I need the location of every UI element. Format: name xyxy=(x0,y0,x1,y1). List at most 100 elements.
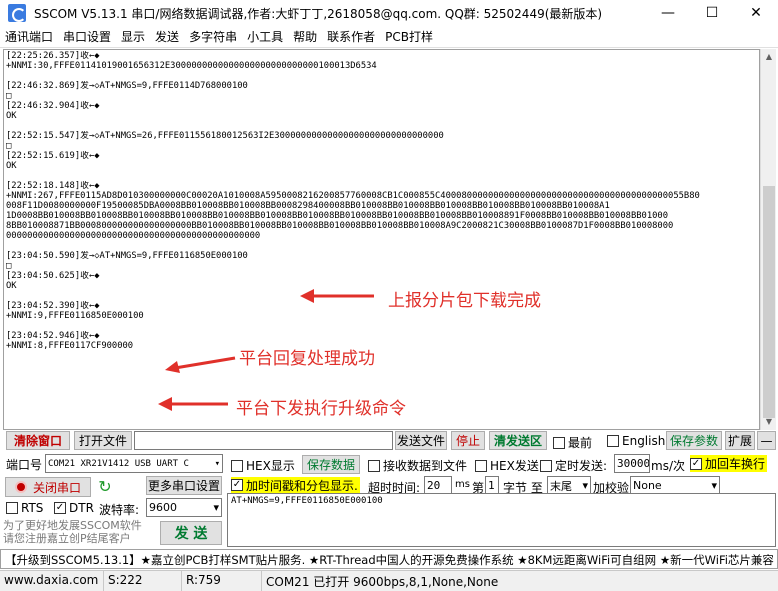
log-line: 1D0008BB010008BB010008BB010008BB010008BB… xyxy=(6,211,669,221)
log-line: □ xyxy=(6,261,12,271)
menu-bar: 通讯端口 串口设置 显示 发送 多字符串 小工具 帮助 联系作者 PCB打样 xyxy=(0,26,778,48)
scroll-thumb[interactable] xyxy=(763,186,775,418)
timeout-unit: ms xyxy=(455,479,470,490)
timestamp-option[interactable]: ✓ 加时间戳和分包显示. xyxy=(231,477,360,493)
clear-send-button[interactable]: 清发送区 xyxy=(489,431,547,450)
save-data-button[interactable]: 保存数据 xyxy=(302,455,360,474)
log-line: 8BB010008871BB000800000000000000000BB010… xyxy=(6,221,674,231)
timed-send-option[interactable]: 定时发送: xyxy=(540,457,607,474)
send-button[interactable]: 发 送 xyxy=(160,521,222,545)
hex-send-option[interactable]: HEX发送 xyxy=(475,457,539,474)
log-line: OK xyxy=(6,111,17,121)
log-line: 0000000000000000000000000000000000000000… xyxy=(6,231,261,241)
log-line: [22:46:32.869]发→◇AT+NMGS=9,FFFE0114D7680… xyxy=(6,81,248,91)
status-bar: www.daxia.com S:222 R:759 COM21 已打开 9600… xyxy=(0,570,778,591)
baud-select[interactable]: 9600 ▾ xyxy=(146,498,222,517)
add-crlf-checkbox[interactable]: ✓ xyxy=(690,457,702,470)
interval-unit: ms/次 xyxy=(651,459,685,473)
menu-tools[interactable]: 小工具 xyxy=(242,28,288,45)
log-line: [22:25:26.357]收←◆ xyxy=(6,51,100,61)
log-line: [22:52:15.547]发→◇AT+NMGS=26,FFFE01155618… xyxy=(6,131,444,141)
send-file-button[interactable]: 发送文件 xyxy=(395,431,447,450)
english-option[interactable]: English xyxy=(607,434,665,448)
menu-multi-string[interactable]: 多字符串 xyxy=(184,28,242,45)
menu-comm-port[interactable]: 通讯端口 xyxy=(0,28,58,45)
menu-pcb[interactable]: PCB打样 xyxy=(380,28,438,45)
baud-label: 波特率: xyxy=(99,503,140,517)
timed-send-checkbox[interactable] xyxy=(540,459,552,472)
recv-to-file-checkbox[interactable] xyxy=(368,459,380,472)
open-file-button[interactable]: 打开文件 xyxy=(74,431,132,450)
log-line: [22:46:32.904]收←◆ xyxy=(6,101,100,111)
topmost-checkbox[interactable] xyxy=(553,436,565,449)
log-line: [23:04:52.390]收←◆ xyxy=(6,301,100,311)
menu-contact[interactable]: 联系作者 xyxy=(322,28,380,45)
refresh-icon[interactable]: ↻ xyxy=(95,477,115,497)
title-bar: SSCOM V5.13.1 串口/网络数据调试器,作者:大虾丁丁,2618058… xyxy=(0,0,778,26)
scroll-up-icon[interactable]: ▲ xyxy=(761,49,777,65)
port-select[interactable]: COM21 XR21V1412 USB UART C ▾ xyxy=(45,454,223,473)
more-settings-button[interactable]: 更多串口设置 xyxy=(146,476,222,495)
log-line: □ xyxy=(6,91,12,101)
port-state-icon xyxy=(14,481,27,493)
minimize-button[interactable]: — xyxy=(646,0,690,26)
log-scrollbar[interactable]: ▲ ▼ xyxy=(760,49,776,430)
hex-send-checkbox[interactable] xyxy=(475,459,487,472)
log-line: OK xyxy=(6,161,17,171)
expand-button[interactable]: 扩展 xyxy=(725,431,755,450)
ticker-bar[interactable]: 【升级到SSCOM5.13.1】★嘉立创PCB打样SMT贴片服务. ★RT-Th… xyxy=(0,549,778,569)
menu-help[interactable]: 帮助 xyxy=(288,28,322,45)
log-line: [23:04:50.590]发→◇AT+NMGS=9,FFFE0116850E0… xyxy=(6,251,248,261)
hex-display-option[interactable]: HEX显示 xyxy=(231,457,295,474)
clear-window-button[interactable]: 清除窗口 xyxy=(6,431,70,450)
annotation-platform-reply: 平台回复处理成功 xyxy=(239,349,375,369)
rts-option[interactable]: RTS xyxy=(6,501,43,515)
promo-text: 为了更好地发展SSCOM软件 请您注册嘉立创P结尾客户 xyxy=(3,519,142,545)
maximize-button[interactable]: ☐ xyxy=(690,0,734,26)
save-params-button[interactable]: 保存参数 xyxy=(666,431,722,450)
send-input[interactable]: AT+NMGS=9,FFFE0116850E000100 xyxy=(227,493,776,547)
rts-checkbox[interactable] xyxy=(6,502,18,514)
status-sent: S:222 xyxy=(104,571,182,591)
log-line: [23:04:52.946]收←◆ xyxy=(6,331,100,341)
close-port-button[interactable]: 关闭串口 xyxy=(5,477,91,497)
receive-log[interactable]: [22:25:26.357]收←◆ +NNMI:30,FFFE0114101900… xyxy=(3,49,760,430)
file-path-input[interactable] xyxy=(134,431,393,450)
chevron-down-icon: ▾ xyxy=(214,458,220,469)
dtr-option[interactable]: ✓ DTR xyxy=(54,501,94,515)
stop-button[interactable]: 停止 xyxy=(451,431,485,450)
status-received: R:759 xyxy=(182,571,262,591)
close-button[interactable]: ✕ xyxy=(734,0,778,26)
port-label: 端口号 xyxy=(6,458,43,472)
log-line: +NNMI:30,FFFE01141019001656312E300000000… xyxy=(6,61,377,71)
log-line: [22:52:15.619]收←◆ xyxy=(6,151,100,161)
menu-display[interactable]: 显示 xyxy=(116,28,150,45)
log-line: [23:04:50.625]收←◆ xyxy=(6,271,100,281)
log-line: OK xyxy=(6,281,17,291)
log-line: +NNMI:8,FFFE0117CF900000 xyxy=(6,341,134,351)
status-url[interactable]: www.daxia.com xyxy=(0,571,104,591)
hex-display-checkbox[interactable] xyxy=(231,459,243,472)
app-icon xyxy=(8,4,26,22)
timestamp-checkbox[interactable]: ✓ xyxy=(231,479,243,491)
recv-to-file-option[interactable]: 接收数据到文件 xyxy=(368,457,467,474)
log-line: [22:52:18.148]收←◆ xyxy=(6,181,100,191)
english-checkbox[interactable] xyxy=(607,435,619,447)
add-crlf-option[interactable]: ✓ 加回车换行 xyxy=(690,455,768,472)
menu-serial-settings[interactable]: 串口设置 xyxy=(58,28,116,45)
annotation-arrow-3 xyxy=(158,397,228,411)
dtr-checkbox[interactable]: ✓ xyxy=(54,502,66,514)
log-line: +NNMI:267,FFFE0115AD8D010300000000C00020… xyxy=(6,191,700,201)
interval-input[interactable]: 30000 xyxy=(614,454,650,473)
annotation-upgrade-command: 平台下发执行升级命令 xyxy=(236,399,406,419)
scroll-down-icon[interactable]: ▼ xyxy=(761,414,777,430)
collapse-button[interactable]: — xyxy=(757,431,776,450)
topmost-option[interactable]: 最前 xyxy=(553,434,592,451)
menu-send[interactable]: 发送 xyxy=(150,28,184,45)
